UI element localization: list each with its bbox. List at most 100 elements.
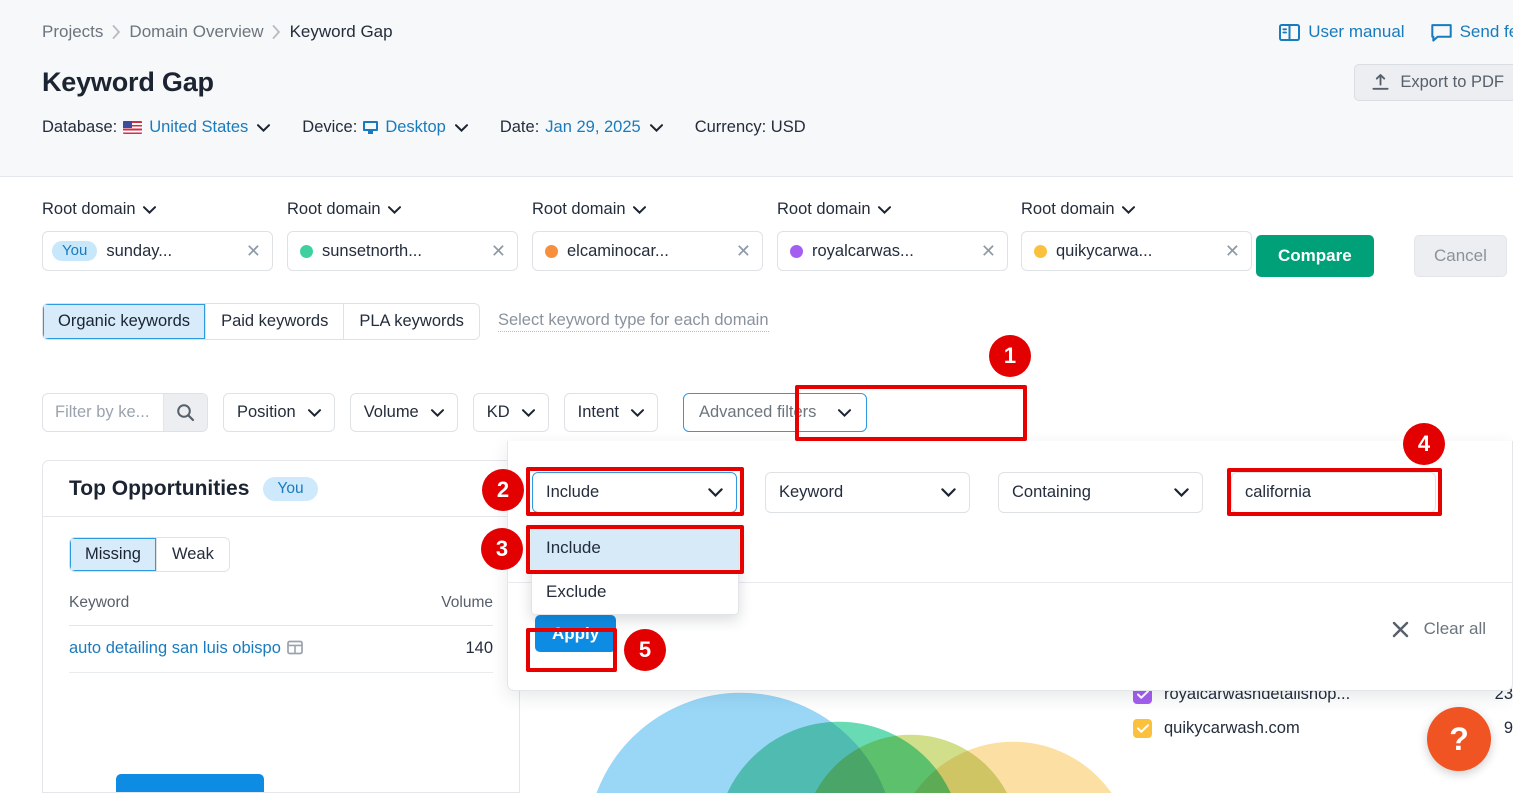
chevron-down-icon (454, 123, 468, 132)
tab-missing[interactable]: Missing (70, 538, 157, 571)
domain-chip-1[interactable]: You sunday... ✕ (42, 231, 273, 271)
close-icon[interactable]: ✕ (733, 242, 754, 260)
advanced-filters-button[interactable]: Advanced filters (682, 393, 868, 432)
root-domain-selector-3[interactable]: Root domain (532, 200, 763, 219)
option-include[interactable]: Include (532, 526, 738, 570)
compare-button[interactable]: Compare (1256, 235, 1374, 277)
database-selector[interactable]: Database: United States (42, 118, 271, 137)
close-icon[interactable]: ✕ (978, 242, 999, 260)
breadcrumb-item-domain-overview[interactable]: Domain Overview (129, 22, 263, 42)
table-row: auto detailing san luis obispo 140 (69, 625, 493, 673)
device-selector[interactable]: Device: Desktop (302, 118, 468, 137)
keyword-gap-page: Projects Domain Overview Keyword Gap Key… (0, 0, 1513, 793)
user-manual-link[interactable]: User manual (1279, 22, 1405, 42)
domain-color-dot (790, 244, 803, 258)
keyword-type-segmented: Organic keywords Paid keywords PLA keywo… (42, 303, 480, 340)
filter-kd[interactable]: KD (472, 393, 549, 432)
domain-chip-2[interactable]: sunsetnorth... ✕ (287, 231, 518, 271)
tab-organic-keywords[interactable]: Organic keywords (43, 304, 207, 339)
root-domain-label: Root domain (42, 200, 136, 218)
chevron-down-icon (708, 483, 723, 502)
us-flag-icon (123, 121, 143, 134)
database-value-group[interactable]: United States (123, 118, 271, 137)
venn-diagram[interactable] (581, 677, 1141, 793)
breadcrumb-item-keyword-gap: Keyword Gap (289, 22, 393, 41)
tab-pla-keywords[interactable]: PLA keywords (344, 304, 479, 339)
domain-chip-4[interactable]: royalcarwas... ✕ (777, 231, 1008, 271)
date-value: Jan 29, 2025 (545, 118, 641, 136)
filter-position-label: Position (237, 403, 296, 421)
cancel-button[interactable]: Cancel (1414, 235, 1507, 277)
date-value-group[interactable]: Jan 29, 2025 (545, 118, 663, 137)
export-to-pdf-button[interactable]: Export to PDF (1354, 64, 1513, 101)
domain-column-3: Root domain elcaminocar... ✕ (532, 200, 763, 271)
filter-position[interactable]: Position (223, 393, 335, 432)
card-header: Top Opportunities You (43, 461, 519, 517)
chevron-down-icon (257, 123, 271, 132)
chevron-down-icon (430, 403, 444, 422)
date-selector[interactable]: Date: Jan 29, 2025 (500, 118, 663, 137)
device-value: Desktop (385, 118, 446, 136)
database-value: United States (149, 118, 249, 136)
search-button[interactable] (163, 394, 207, 431)
filter-condition-value: Containing (1012, 483, 1091, 501)
filter-value-input[interactable] (1231, 472, 1436, 513)
domain-name: sunday... (106, 241, 173, 260)
close-icon[interactable]: ✕ (1222, 242, 1243, 260)
serp-features-icon[interactable] (287, 640, 303, 660)
search-input[interactable] (43, 394, 163, 431)
apply-button[interactable]: Apply (535, 615, 617, 652)
close-icon[interactable]: ✕ (488, 242, 509, 260)
chevron-down-icon (142, 200, 156, 219)
device-value-group[interactable]: Desktop (363, 118, 468, 137)
close-icon (1392, 621, 1408, 637)
domain-chip-5[interactable]: quikycarwa... ✕ (1021, 231, 1252, 271)
breadcrumb-item-projects[interactable]: Projects (42, 22, 103, 42)
advanced-filters-label: Advanced filters (698, 403, 817, 421)
legend-checkbox[interactable] (1133, 718, 1152, 738)
select-keyword-type-link[interactable]: Select keyword type for each domain (497, 311, 769, 332)
desktop-icon (363, 121, 379, 134)
chevron-down-icon (387, 200, 401, 219)
currency-label: Currency: USD (694, 118, 806, 136)
root-domain-selector-2[interactable]: Root domain (287, 200, 518, 219)
book-icon (1279, 23, 1301, 41)
help-button[interactable]: ? (1427, 707, 1491, 771)
domain-color-dot (300, 244, 313, 258)
domain-column-2: Root domain sunsetnorth... ✕ (287, 200, 518, 271)
export-to-pdf-label: Export to PDF (1400, 73, 1504, 91)
keyword-link[interactable]: auto detailing san luis obispo (69, 639, 281, 657)
device-label: Device: (302, 118, 358, 136)
send-feedback-link[interactable]: Send feedback (1430, 22, 1513, 42)
filter-intent[interactable]: Intent (563, 393, 658, 432)
tab-paid-keywords[interactable]: Paid keywords (206, 304, 345, 339)
domain-chip-3[interactable]: elcaminocar... ✕ (532, 231, 763, 271)
filter-volume-label: Volume (363, 403, 419, 421)
domain-column-4: Root domain royalcarwas... ✕ (777, 200, 1008, 271)
domain-column-5: Root domain quikycarwa... ✕ (1021, 200, 1252, 271)
filter-field-select[interactable]: Keyword (765, 472, 970, 513)
keyword-search-box[interactable] (42, 393, 208, 432)
chevron-right-icon (103, 25, 129, 39)
close-icon[interactable]: ✕ (243, 242, 264, 260)
root-domain-selector-4[interactable]: Root domain (777, 200, 1008, 219)
option-exclude[interactable]: Exclude (532, 570, 738, 614)
filter-volume[interactable]: Volume (349, 393, 458, 432)
tab-weak[interactable]: Weak (156, 538, 229, 571)
missing-weak-segmented: Missing Weak (69, 537, 230, 572)
chevron-down-icon (941, 483, 956, 502)
card-title: Top Opportunities (69, 477, 250, 500)
header-zone: Projects Domain Overview Keyword Gap Key… (0, 0, 1513, 177)
column-header-volume[interactable]: Volume (416, 594, 493, 626)
column-header-keyword[interactable]: Keyword (69, 594, 417, 626)
filter-mode-select[interactable]: Include (532, 472, 737, 513)
primary-action-button[interactable] (116, 774, 264, 792)
top-links: User manual Send feedback (1279, 22, 1513, 42)
chevron-down-icon (630, 403, 644, 422)
filter-kd-label: KD (486, 403, 510, 421)
root-domain-selector-5[interactable]: Root domain (1021, 200, 1252, 219)
table-header-row: Keyword Volume (69, 594, 493, 626)
root-domain-selector-1[interactable]: Root domain (42, 200, 273, 219)
filter-condition-select[interactable]: Containing (998, 472, 1203, 513)
clear-all-button[interactable]: Clear all (1391, 619, 1486, 639)
